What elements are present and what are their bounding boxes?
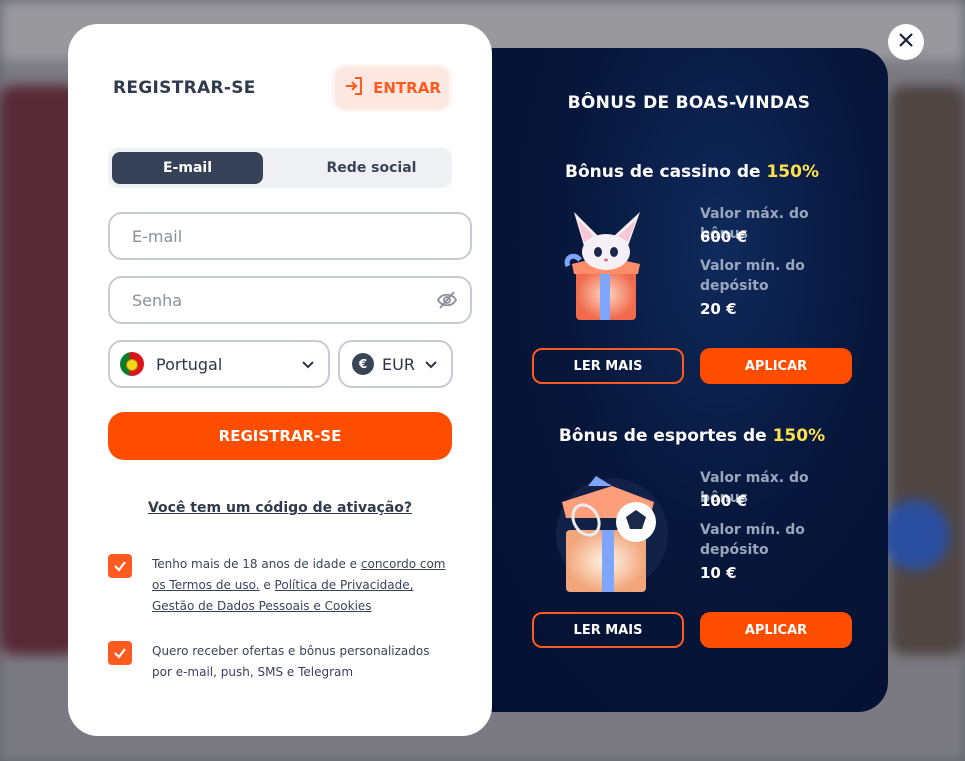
email-field[interactable]	[130, 225, 404, 247]
euro-icon: €	[352, 353, 374, 375]
currency-value: EUR	[382, 354, 415, 374]
casino-apply-button[interactable]: APLICAR	[700, 348, 852, 384]
tab-email[interactable]: E-mail	[112, 152, 263, 184]
sports-bonus-title-text: Bônus de esportes de	[558, 426, 773, 446]
fox-gift-illustration	[554, 206, 654, 326]
offers-text: Quero receber ofertas e bônus personaliz…	[152, 644, 430, 679]
sports-gift-illustration	[552, 472, 670, 596]
eye-off-icon[interactable]	[436, 290, 458, 314]
activation-code-link[interactable]: Você tem um código de ativação?	[68, 500, 492, 516]
terms-text-part: Tenho mais de 18 anos de idade e	[152, 557, 361, 571]
checkmark-icon	[114, 561, 126, 572]
email-field-wrapper	[108, 212, 472, 260]
terms-text: Tenho mais de 18 anos de idade e concord…	[152, 554, 452, 617]
casino-bonus-title-text: Bônus de cassino de	[565, 162, 767, 182]
login-icon	[343, 75, 365, 101]
signup-method-tabs: E-mail Rede social	[108, 148, 452, 188]
sports-apply-button[interactable]: APLICAR	[700, 612, 852, 648]
portugal-flag-icon	[120, 352, 144, 376]
casino-bonus-title: Bônus de cassino de 150%	[466, 162, 888, 182]
chevron-down-icon	[300, 356, 316, 376]
sports-max-bonus-value: 100 €	[700, 492, 747, 510]
close-icon	[897, 31, 915, 53]
casino-max-bonus-value: 600 €	[700, 228, 747, 246]
casino-read-more-button[interactable]: LER MAIS	[532, 348, 684, 384]
casino-bonus-percent: 150%	[766, 162, 819, 182]
registration-panel: REGISTRAR-SE ENTRAR E-mail Rede social P…	[68, 24, 492, 736]
country-value: Portugal	[156, 354, 223, 374]
sports-min-deposit-label: Valor mín. do depósito	[700, 522, 805, 558]
terms-text-part: e	[259, 578, 275, 592]
casino-min-deposit-value: 20 €	[700, 300, 737, 318]
sports-bonus-percent: 150%	[772, 426, 826, 446]
login-label: ENTRAR	[373, 79, 441, 97]
checkmark-icon	[114, 648, 126, 659]
register-submit-button[interactable]: REGISTRAR-SE	[108, 412, 452, 460]
password-field[interactable]	[130, 289, 404, 311]
tab-social[interactable]: Rede social	[296, 152, 447, 184]
close-button[interactable]	[888, 24, 924, 60]
password-field-wrapper	[108, 276, 472, 324]
casino-min-deposit-label: Valor mín. do depósito	[700, 258, 805, 294]
login-button[interactable]: ENTRAR	[332, 64, 452, 112]
sports-min-deposit-value: 10 €	[700, 564, 737, 582]
offers-checkbox[interactable]	[108, 641, 132, 665]
chevron-down-icon	[423, 356, 439, 376]
terms-checkbox[interactable]	[108, 554, 132, 578]
sports-read-more-button[interactable]: LER MAIS	[532, 612, 684, 648]
welcome-bonus-title: BÔNUS DE BOAS-VINDAS	[567, 93, 811, 113]
welcome-bonus-panel: BÔNUS DE BOAS-VINDAS Bônus de cassino de…	[466, 48, 888, 712]
sports-bonus-title: Bônus de esportes de 150%	[466, 426, 888, 446]
country-select[interactable]: Portugal	[108, 340, 330, 388]
currency-select[interactable]: € EUR	[338, 340, 453, 388]
register-title: REGISTRAR-SE	[113, 78, 256, 98]
